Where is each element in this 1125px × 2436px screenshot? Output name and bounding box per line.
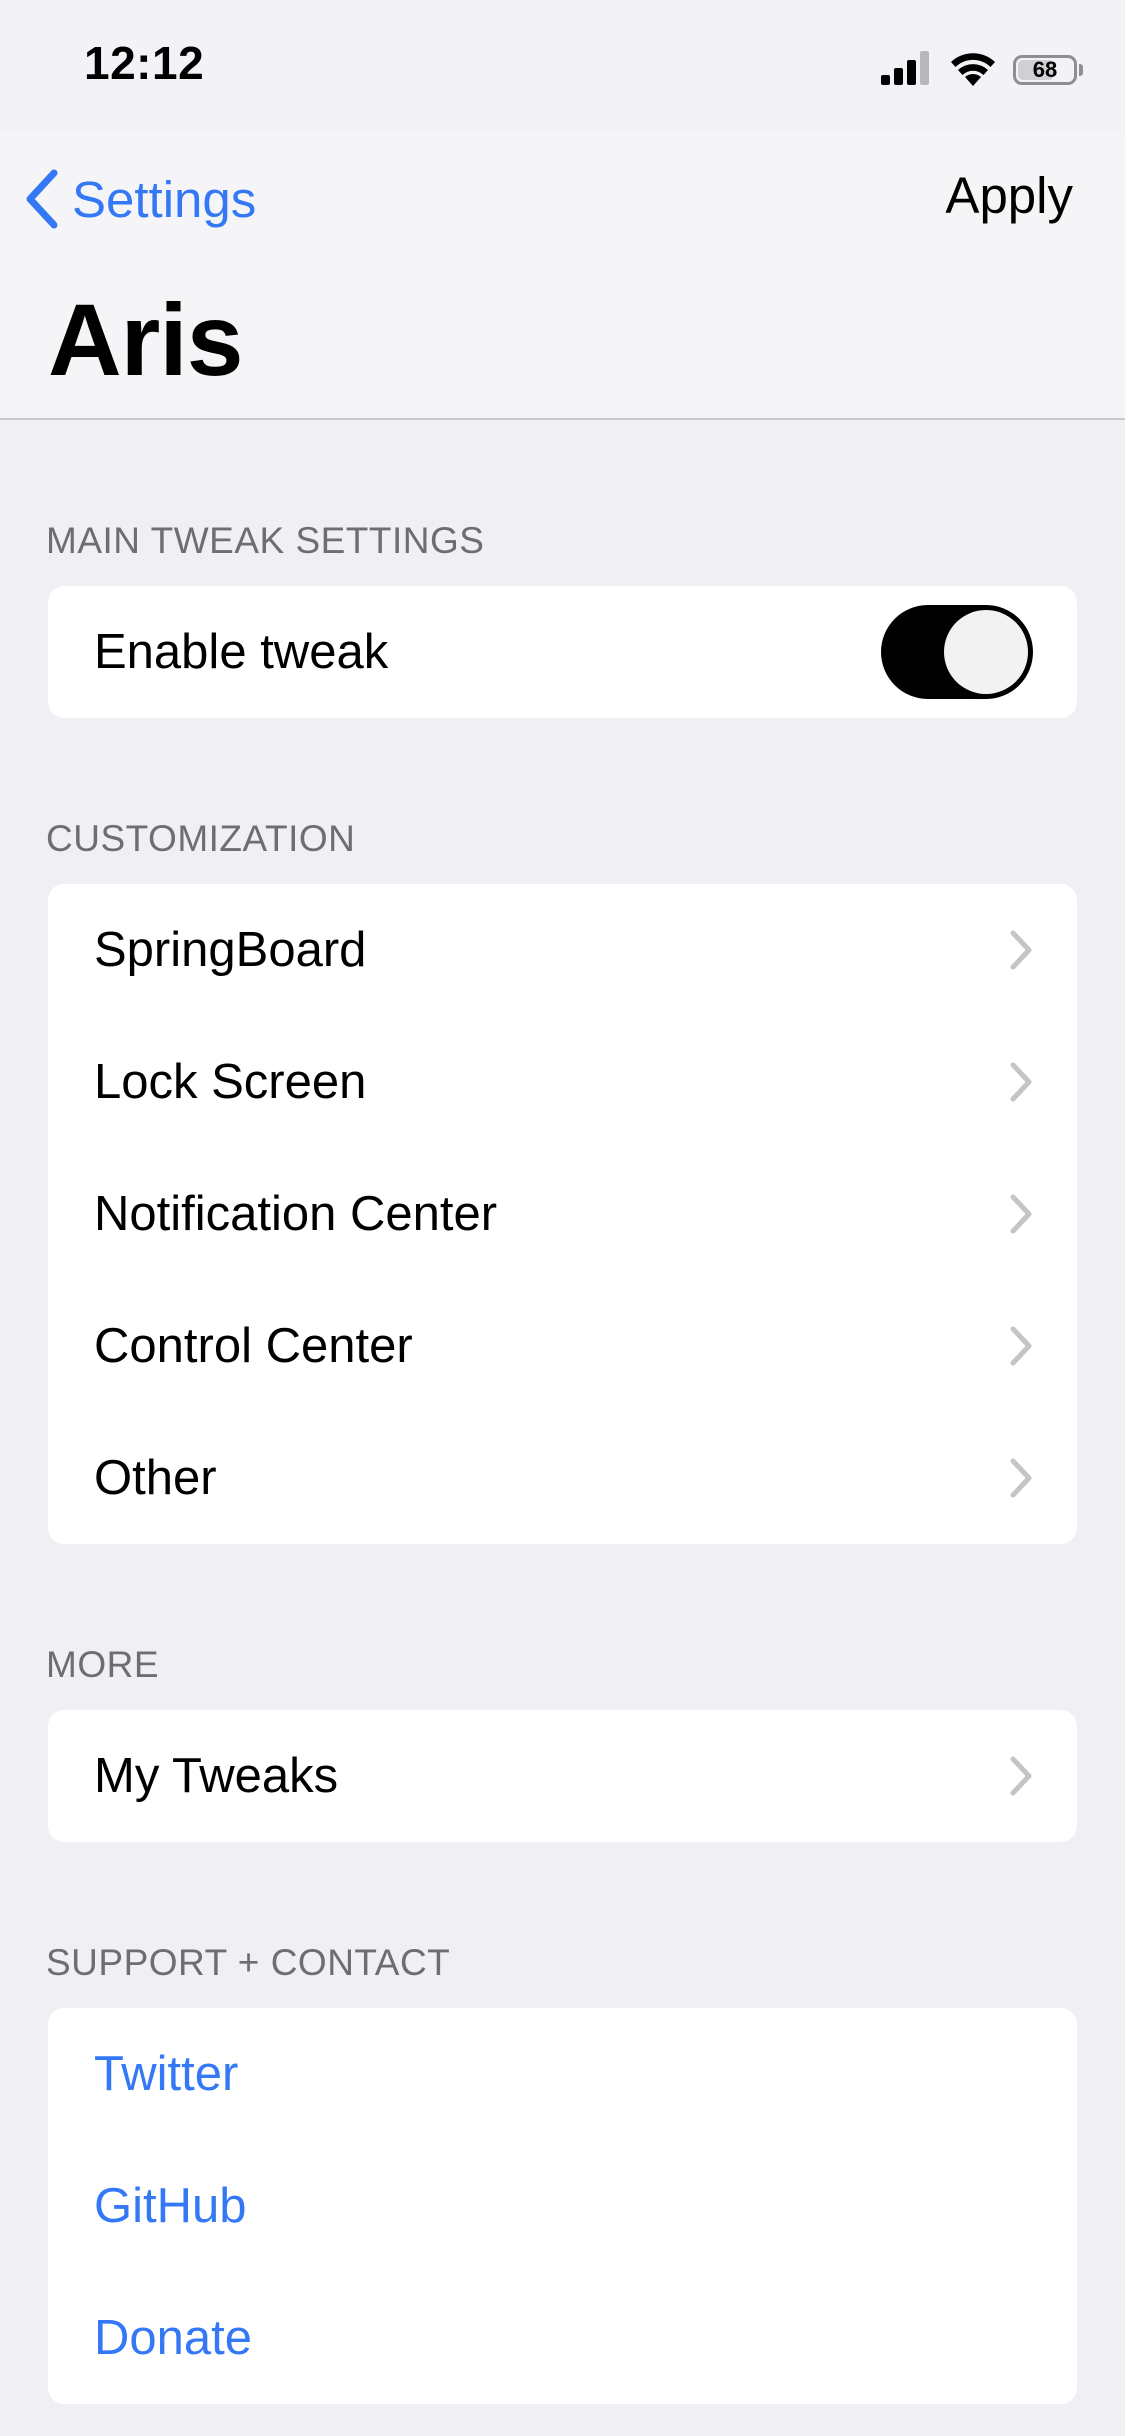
main-settings-group: Enable tweak: [48, 586, 1077, 718]
status-time: 12:12: [84, 37, 205, 89]
support-group: Twitter GitHub Donate: [48, 2008, 1077, 2404]
lock-screen-label: Lock Screen: [94, 1055, 367, 1109]
chevron-left-icon: [24, 169, 60, 229]
section-header-more: MORE: [46, 1644, 159, 1685]
battery-icon: 68: [1013, 55, 1077, 85]
springboard-label: SpringBoard: [94, 923, 367, 977]
page-title: Aris: [48, 283, 243, 397]
control-center-label: Control Center: [94, 1319, 413, 1373]
my-tweaks-label: My Tweaks: [94, 1749, 339, 1803]
other-row[interactable]: Other: [48, 1412, 1077, 1544]
section-header-support: SUPPORT + CONTACT: [46, 1942, 451, 1983]
battery-cap: [1079, 64, 1083, 76]
wifi-icon: [949, 50, 997, 91]
enable-tweak-toggle[interactable]: [881, 605, 1033, 699]
navigation-bar: Settings Apply Aris: [0, 132, 1125, 420]
twitter-link[interactable]: Twitter: [48, 2008, 1077, 2140]
donate-label: Donate: [94, 2311, 253, 2365]
section-header-customization: CUSTOMIZATION: [46, 818, 356, 859]
status-bar: 12:12 68: [0, 0, 1125, 132]
control-center-row[interactable]: Control Center: [48, 1280, 1077, 1412]
chevron-right-icon: [1009, 1457, 1033, 1499]
chevron-right-icon: [1009, 1193, 1033, 1235]
twitter-label: Twitter: [94, 2047, 239, 2101]
chevron-right-icon: [1009, 1755, 1033, 1797]
github-label: GitHub: [94, 2179, 247, 2233]
battery-percentage: 68: [1032, 57, 1058, 82]
status-icons: 68: [881, 50, 1083, 90]
section-header-main: MAIN TWEAK SETTINGS: [46, 520, 485, 561]
enable-tweak-row: Enable tweak: [48, 586, 1077, 718]
other-label: Other: [94, 1451, 217, 1505]
donate-link[interactable]: Donate: [48, 2272, 1077, 2404]
back-button-label: Settings: [72, 170, 257, 228]
cellular-signal-icon: [881, 50, 933, 90]
lock-screen-row[interactable]: Lock Screen: [48, 1016, 1077, 1148]
chevron-right-icon: [1009, 1325, 1033, 1367]
customization-group: SpringBoard Lock Screen Notification Cen…: [48, 884, 1077, 1544]
github-link[interactable]: GitHub: [48, 2140, 1077, 2272]
toggle-knob: [944, 610, 1028, 694]
springboard-row[interactable]: SpringBoard: [48, 884, 1077, 1016]
chevron-right-icon: [1009, 929, 1033, 971]
apply-button[interactable]: Apply: [945, 166, 1073, 225]
back-button[interactable]: Settings: [24, 164, 256, 234]
more-group: My Tweaks: [48, 1710, 1077, 1842]
chevron-right-icon: [1009, 1061, 1033, 1103]
notification-center-row[interactable]: Notification Center: [48, 1148, 1077, 1280]
my-tweaks-row[interactable]: My Tweaks: [48, 1710, 1077, 1842]
notification-center-label: Notification Center: [94, 1187, 498, 1241]
enable-tweak-label: Enable tweak: [94, 625, 389, 679]
